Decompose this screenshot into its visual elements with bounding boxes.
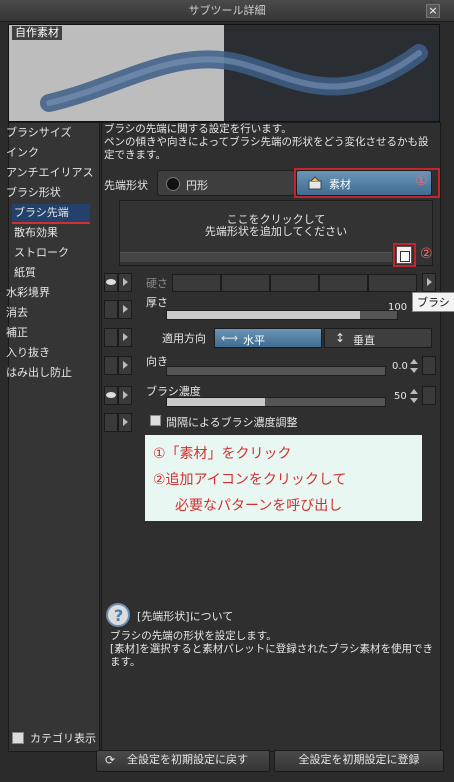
help-body: ブラシの先端の形状を設定します。 [素材]を選択すると素材パレットに登録されたブ…	[110, 630, 438, 669]
circle-label: 円形	[186, 179, 208, 192]
interval-density-label: 間隔によるブラシ濃度調整	[166, 416, 298, 429]
add-area-scrollbar	[120, 252, 392, 262]
direction-value: 0.0	[392, 361, 408, 372]
hardness-more-button[interactable]	[422, 273, 436, 292]
sidebar-item[interactable]: 紙質	[14, 264, 36, 282]
help-line: [素材]を選択すると素材パレットに登録されたブラシ素材を使用でき	[110, 643, 433, 655]
note-line: ①「素材」をクリック	[153, 446, 292, 462]
preview-label: 自作素材	[12, 26, 62, 40]
brush-stroke-preview	[40, 44, 428, 112]
interval-expand-toggle[interactable]	[118, 413, 132, 432]
brush-preview: 自作素材	[8, 24, 440, 122]
interval-density-checkbox[interactable]	[150, 415, 161, 426]
sidebar-item[interactable]: ブラシ形状	[6, 184, 61, 202]
thickness-slider[interactable]	[166, 310, 398, 320]
tip-shape-circle-button[interactable]: 円形	[157, 170, 295, 196]
hardness-label: 硬さ	[146, 277, 168, 290]
add-area-hint: ここをクリックして 先端形状を追加してください	[119, 214, 433, 238]
sidebar-item[interactable]: 入り抜き	[6, 344, 50, 362]
density-expand-toggle[interactable]	[118, 386, 132, 405]
register-label: 全設定を初期設定に登録	[298, 753, 420, 766]
direction-horizontal-button[interactable]: ⟷ 水平	[214, 328, 322, 348]
sidebar-item[interactable]: 消去	[6, 304, 28, 322]
sidebar-item[interactable]: 散布効果	[14, 224, 58, 242]
note-line: 必要なパターンを呼び出し	[175, 498, 343, 514]
thickness-expand-toggle[interactable]	[118, 300, 132, 319]
sidebar-item[interactable]: インク	[6, 144, 39, 162]
instruction-note: ①「素材」をクリック ②追加アイコンをクリックして 必要なパターンを呼び出し	[145, 435, 422, 521]
direction-vertical-button[interactable]: ↕ 垂直	[324, 328, 432, 348]
register-default-settings-button[interactable]: 全設定を初期設定に登録	[274, 750, 444, 772]
direction-label: 向き	[146, 355, 168, 368]
direction-spinner[interactable]	[410, 359, 418, 373]
density-visibility-toggle[interactable]	[104, 386, 118, 405]
sidebar-item[interactable]: ストローク	[14, 244, 69, 262]
sidebar-item[interactable]: 補正	[6, 324, 28, 342]
horizontal-label: 水平	[243, 334, 265, 347]
thickness-visibility-toggle[interactable]	[104, 300, 118, 319]
reset-all-settings-button[interactable]: ⟳ 全設定を初期設定に戻す	[96, 750, 270, 772]
direction-expand-toggle[interactable]	[118, 356, 132, 375]
direction-visibility-toggle[interactable]	[104, 356, 118, 375]
density-slider[interactable]	[166, 397, 386, 407]
direction-pressure-button[interactable]	[422, 356, 436, 375]
interval-visibility-toggle[interactable]	[104, 413, 118, 432]
window-title: サブツール詳細	[188, 4, 266, 17]
note-line: ②追加アイコンをクリックして	[153, 472, 347, 488]
reset-icon: ⟳	[105, 753, 116, 767]
sidebar-item[interactable]: ブラシ先端	[12, 204, 90, 224]
vertical-arrows-icon: ↕	[335, 331, 346, 345]
help-icon: ?	[106, 603, 130, 627]
annotation-marker-1: ①	[415, 173, 428, 189]
tooltip: ブラシ	[412, 292, 454, 312]
add-area-hint-line: 先端形状を追加してください	[204, 225, 348, 238]
direction-slider[interactable]	[166, 366, 386, 376]
tip-shape-label: 先端形状	[104, 179, 148, 192]
thickness-value: 100	[388, 302, 408, 313]
panel-description: ブラシの先端に関する設定を行います。 ペンの傾きや向きによってブラシ先端の形状を…	[104, 123, 440, 162]
category-display-checkbox[interactable]	[12, 732, 24, 744]
category-display-label: カテゴリ表示	[30, 732, 96, 745]
help-line: ます。	[110, 656, 141, 668]
sidebar-item[interactable]: 水彩境界	[6, 284, 50, 302]
density-spinner[interactable]	[410, 389, 418, 403]
thickness-label: 厚さ	[146, 296, 168, 309]
description-line: ブラシの先端に関する設定を行います。	[104, 123, 292, 135]
density-value: 50	[394, 391, 407, 402]
apply-direction-label: 適用方向	[162, 332, 206, 345]
annotation-marker-2: ②	[420, 246, 433, 262]
reset-label: 全設定を初期設定に戻す	[127, 753, 248, 766]
close-icon[interactable]: ×	[426, 4, 440, 18]
hardness-selector[interactable]	[172, 274, 418, 292]
help-line: ブラシの先端の形状を設定します。	[110, 630, 277, 642]
apply-direction-expand-toggle[interactable]	[118, 328, 132, 347]
help-title: [先端形状]について	[137, 610, 234, 623]
hardness-visibility-toggle[interactable]	[104, 273, 118, 292]
sidebar-item[interactable]: アンチエイリアス	[6, 164, 94, 182]
sidebar-item[interactable]: はみ出し防止	[6, 364, 72, 382]
circle-icon	[166, 177, 180, 191]
horizontal-arrows-icon: ⟷	[221, 331, 239, 345]
annotation-box-2	[393, 243, 416, 267]
hardness-expand-toggle[interactable]	[118, 273, 132, 292]
density-pressure-button[interactable]	[422, 386, 436, 405]
sidebar-item[interactable]: ブラシサイズ	[6, 124, 71, 142]
vertical-label: 垂直	[353, 334, 375, 347]
description-line: ペンの傾きや向きによってブラシ先端の形状をどう変化させるかも設	[104, 136, 429, 148]
apply-direction-visibility-toggle[interactable]	[104, 328, 118, 347]
description-line: 定できます。	[104, 149, 166, 161]
